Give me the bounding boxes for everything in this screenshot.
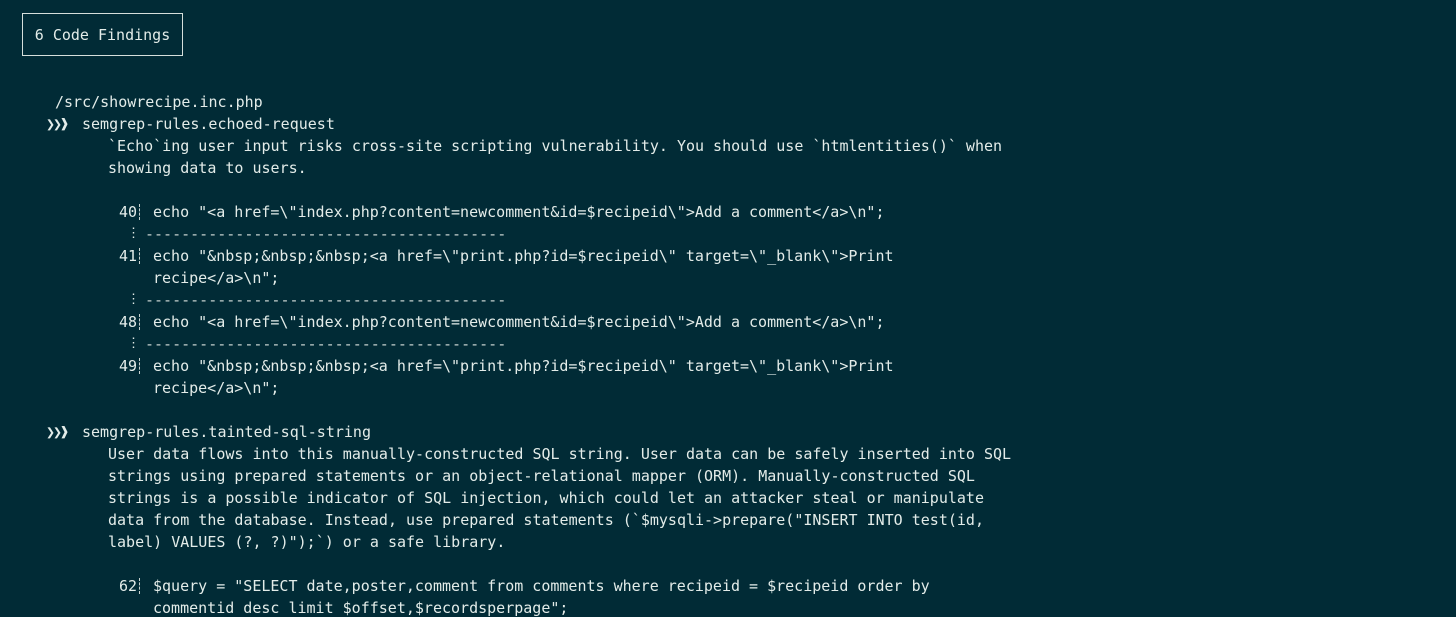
code-gutter [139,248,142,264]
code-line: echo "<a href=\"index.php?content=newcom… [153,313,885,331]
code-findings-label: 6 Code Findings [34,25,171,44]
code-findings-count: 6 Code Findings [22,13,183,56]
code-line: echo "<a href=\"index.php?content=newcom… [153,203,885,221]
code-line: commentid desc limit $offset,$recordsper… [153,599,569,617]
ellipsis-icon: ⋮ [127,336,140,351]
rule-chevron-icon: ❯❯❱ [46,115,69,133]
rule-description: User data flows into this manually-const… [108,445,1012,463]
code-line-number: 48 [118,313,137,331]
ellipsis-icon: ⋮ [127,226,140,241]
rule-id: semgrep-rules.echoed-request [82,115,335,133]
snippet-separator: ---------------------------------------- [145,335,507,353]
ellipsis-icon: ⋮ [127,292,140,307]
code-line: recipe</a>\n"; [153,269,280,287]
code-gutter [139,358,142,374]
rule-id: semgrep-rules.tainted-sql-string [82,423,371,441]
rule-description: label) VALUES (?, ?)");`) or a safe libr… [108,533,506,551]
rule-description: showing data to users. [108,159,307,177]
rule-description: strings using prepared statements or an … [108,467,975,485]
snippet-separator: ---------------------------------------- [145,225,507,243]
code-gutter [139,314,142,330]
code-line-number: 62 [118,577,137,595]
code-line: $query = "SELECT date,poster,comment fro… [153,577,930,595]
rule-description: `Echo`ing user input risks cross-site sc… [108,137,1003,155]
code-line-number: 41 [118,247,137,265]
rule-description: data from the database. Instead, use pre… [108,511,984,529]
code-gutter [139,578,142,594]
code-line-number: 40 [118,203,137,221]
code-line-number: 49 [118,357,137,375]
snippet-separator: ---------------------------------------- [145,291,507,309]
code-line: echo "&nbsp;&nbsp;&nbsp;<a href=\"print.… [153,247,894,265]
file-path: /src/showrecipe.inc.php [55,93,263,111]
rule-description: strings is a possible indicator of SQL i… [108,489,984,507]
code-line: recipe</a>\n"; [153,379,280,397]
rule-chevron-icon: ❯❯❱ [46,423,69,441]
code-gutter [139,204,142,220]
code-line: echo "&nbsp;&nbsp;&nbsp;<a href=\"print.… [153,357,894,375]
